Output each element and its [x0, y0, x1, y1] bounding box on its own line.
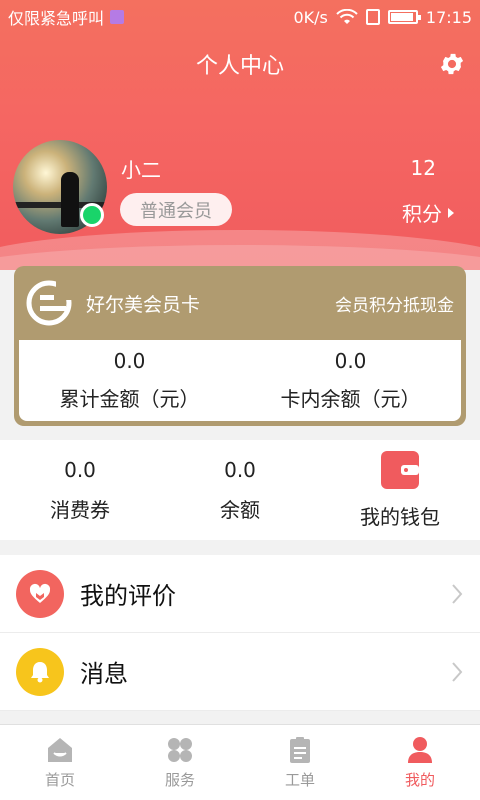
tab-label-home: 首页	[44, 771, 75, 789]
online-status-dot	[80, 203, 104, 227]
my-wallet-item[interactable]: 我的钱包	[320, 450, 480, 530]
brand-logo-icon	[26, 280, 72, 326]
menu-item-reviews[interactable]: 我的评价	[0, 555, 480, 633]
balance-label: 余额	[220, 497, 260, 522]
battery-icon	[387, 10, 421, 24]
menu-item-messages[interactable]: 消息	[0, 633, 480, 711]
bell-icon	[16, 647, 64, 696]
gear-icon[interactable]	[438, 50, 466, 78]
notification-icon	[110, 10, 125, 24]
tab-home[interactable]: 首页	[0, 725, 120, 800]
clock: 17:15	[425, 7, 472, 27]
balance-item[interactable]: 0.0 余额	[160, 458, 320, 523]
total-amount-value: 0.0	[113, 349, 146, 373]
chevron-right-icon	[452, 661, 463, 682]
clipboard-icon	[290, 737, 310, 763]
carrier-text: 仅限紧急呼叫	[8, 9, 105, 28]
tab-label-mine: 我的	[404, 771, 435, 789]
total-amount-label: 累计金额（元）	[59, 387, 200, 411]
tab-workorder[interactable]: 工单	[240, 725, 360, 800]
member-level-badge: 普通会员	[120, 193, 232, 226]
menu-label-reviews: 我的评价	[80, 582, 176, 610]
coupons-label: 消费券	[50, 497, 110, 522]
tab-services[interactable]: 服务	[120, 725, 240, 800]
sim-icon	[365, 9, 380, 25]
menu-label-messages: 消息	[80, 660, 128, 688]
page-title: 个人中心	[195, 54, 284, 79]
card-balance-value: 0.0	[334, 349, 367, 373]
balance-value: 0.0	[224, 457, 256, 482]
tab-label-workorder: 工单	[284, 771, 315, 789]
card-subtitle: 会员积分抵现金	[335, 295, 454, 316]
total-amount-stat: 0.0 累计金额（元）	[19, 340, 240, 421]
coupons-item[interactable]: 0.0 消费券	[0, 458, 160, 523]
wifi-icon	[336, 9, 358, 24]
network-speed: 0K/s	[293, 7, 328, 27]
my-wallet-label: 我的钱包	[360, 504, 440, 529]
bottom-tab-bar: 首页 服务 工单 我的	[0, 724, 480, 800]
points-value: 12	[410, 156, 436, 180]
wallet-icon	[381, 450, 419, 489]
tab-label-services: 服务	[164, 771, 195, 789]
username: 小二	[121, 158, 161, 182]
chevron-right-icon	[452, 583, 463, 604]
points-label: 积分	[402, 202, 442, 226]
card-balance-stat: 0.0 卡内余额（元）	[240, 340, 461, 421]
profile-section: 小二 普通会员 12 积分	[0, 140, 480, 240]
member-card[interactable]: 好尔美会员卡 会员积分抵现金 0.0 累计金额（元） 0.0 卡内余额（元）	[14, 266, 466, 426]
arrow-right-icon	[448, 207, 454, 218]
person-icon	[408, 737, 432, 763]
wallet-strip: 0.0 消费券 0.0 余额 我的钱包	[0, 440, 480, 540]
tab-mine[interactable]: 我的	[360, 725, 480, 800]
status-bar: 仅限紧急呼叫 0K/s 17:15	[0, 0, 480, 34]
grid-icon	[168, 738, 192, 762]
home-icon	[48, 738, 72, 762]
card-name: 好尔美会员卡	[86, 293, 201, 316]
points-link[interactable]: 积分	[402, 198, 454, 227]
menu-list: 我的评价 消息	[0, 555, 480, 711]
coupons-value: 0.0	[64, 457, 96, 482]
card-balance-label: 卡内余额（元）	[280, 387, 421, 411]
top-bar: 个人中心	[0, 34, 480, 94]
heart-icon	[16, 569, 64, 618]
